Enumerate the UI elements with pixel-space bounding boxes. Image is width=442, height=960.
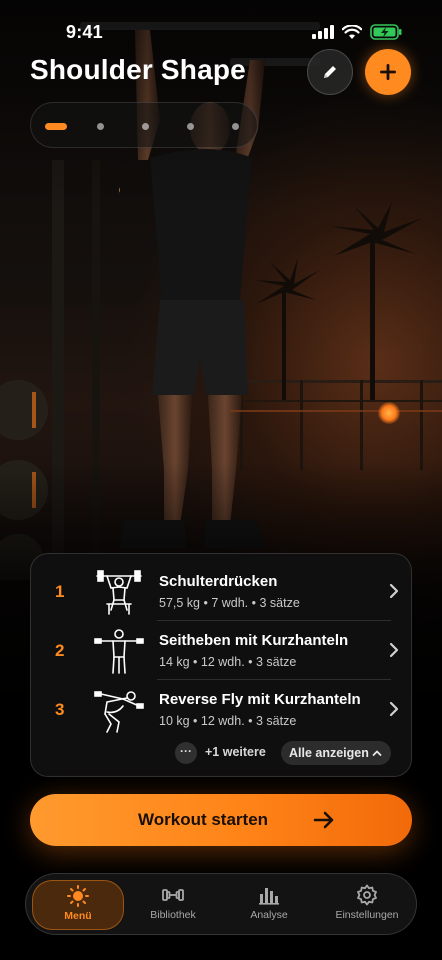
show-all-label: Alle anzeigen — [289, 746, 369, 760]
plus-icon — [380, 64, 396, 80]
page-dot-active[interactable] — [45, 123, 67, 130]
ellipsis-icon: ··· — [175, 742, 197, 764]
bottom-tab-bar: Menü Bibliothek Analyse Einstellungen — [25, 873, 417, 935]
exercise-meta: 57,5 kg • 7 wdh. • 3 sätze — [159, 596, 300, 610]
signal-bars-icon — [312, 25, 334, 39]
status-icons — [312, 24, 402, 40]
exercise-list-card: 1 Schulterdrücken 57,5 kg • 7 wdh. • 3 s… — [30, 553, 412, 777]
arrow-right-icon — [313, 811, 334, 829]
page-dot[interactable] — [142, 123, 149, 130]
sun-icon — [67, 885, 89, 907]
battery-charging-icon — [370, 24, 402, 40]
chevron-right-icon — [389, 583, 399, 599]
reverse-fly-figure-icon — [94, 691, 144, 733]
start-workout-label: Workout starten — [138, 810, 269, 829]
page-dot[interactable] — [232, 123, 239, 130]
exercise-row[interactable]: 3 Reverse Fly mit Kurzhanteln 10 kg • 12… — [31, 680, 413, 738]
wifi-icon — [342, 24, 362, 39]
tab-settings[interactable]: Einstellungen — [322, 880, 412, 930]
tab-label: Einstellungen — [335, 909, 399, 921]
workout-page-indicator[interactable] — [30, 102, 258, 148]
tab-analysis[interactable]: Analyse — [224, 880, 314, 930]
start-workout-button[interactable]: Workout starten — [30, 794, 412, 846]
bar-chart-icon — [259, 888, 279, 905]
tab-label: Analyse — [250, 909, 288, 921]
tab-label: Menü — [64, 910, 92, 922]
add-button[interactable] — [365, 49, 411, 95]
chevron-up-icon — [372, 750, 382, 756]
more-exercises-row: ··· +1 weitere Alle anzeigen — [31, 740, 413, 766]
pencil-icon — [324, 66, 336, 78]
edit-button[interactable] — [307, 49, 353, 95]
tab-label: Bibliothek — [150, 909, 196, 921]
tab-library[interactable]: Bibliothek — [128, 880, 218, 930]
lateral-raise-figure-icon — [94, 629, 144, 674]
chevron-right-icon — [389, 642, 399, 658]
exercise-number: 3 — [55, 700, 65, 719]
exercise-meta: 14 kg • 12 wdh. • 3 sätze — [159, 655, 297, 669]
exercise-name: Reverse Fly mit Kurzhanteln — [159, 691, 361, 708]
chevron-right-icon — [389, 701, 399, 717]
dumbbell-icon — [162, 889, 184, 901]
exercise-row[interactable]: 1 Schulterdrücken 57,5 kg • 7 wdh. • 3 s… — [31, 562, 413, 620]
exercise-name: Schulterdrücken — [159, 573, 278, 590]
shoulder-press-figure-icon — [96, 570, 142, 615]
more-exercises-label: +1 weitere — [205, 745, 266, 759]
exercise-meta: 10 kg • 12 wdh. • 3 sätze — [159, 714, 297, 728]
page-dot[interactable] — [187, 123, 194, 130]
page-title: Shoulder Shape — [30, 54, 246, 85]
show-all-button[interactable]: Alle anzeigen — [281, 741, 391, 765]
exercise-name: Seitheben mit Kurzhanteln — [159, 632, 349, 649]
tab-menu[interactable]: Menü — [32, 880, 124, 930]
page-dot[interactable] — [97, 123, 104, 130]
exercise-number: 2 — [55, 641, 65, 660]
gear-icon — [357, 884, 377, 906]
exercise-number: 1 — [55, 582, 65, 601]
exercise-row[interactable]: 2 Seitheben mit Kurzhanteln 14 kg • 12 w… — [31, 621, 413, 679]
status-time: 9:41 — [66, 22, 103, 42]
